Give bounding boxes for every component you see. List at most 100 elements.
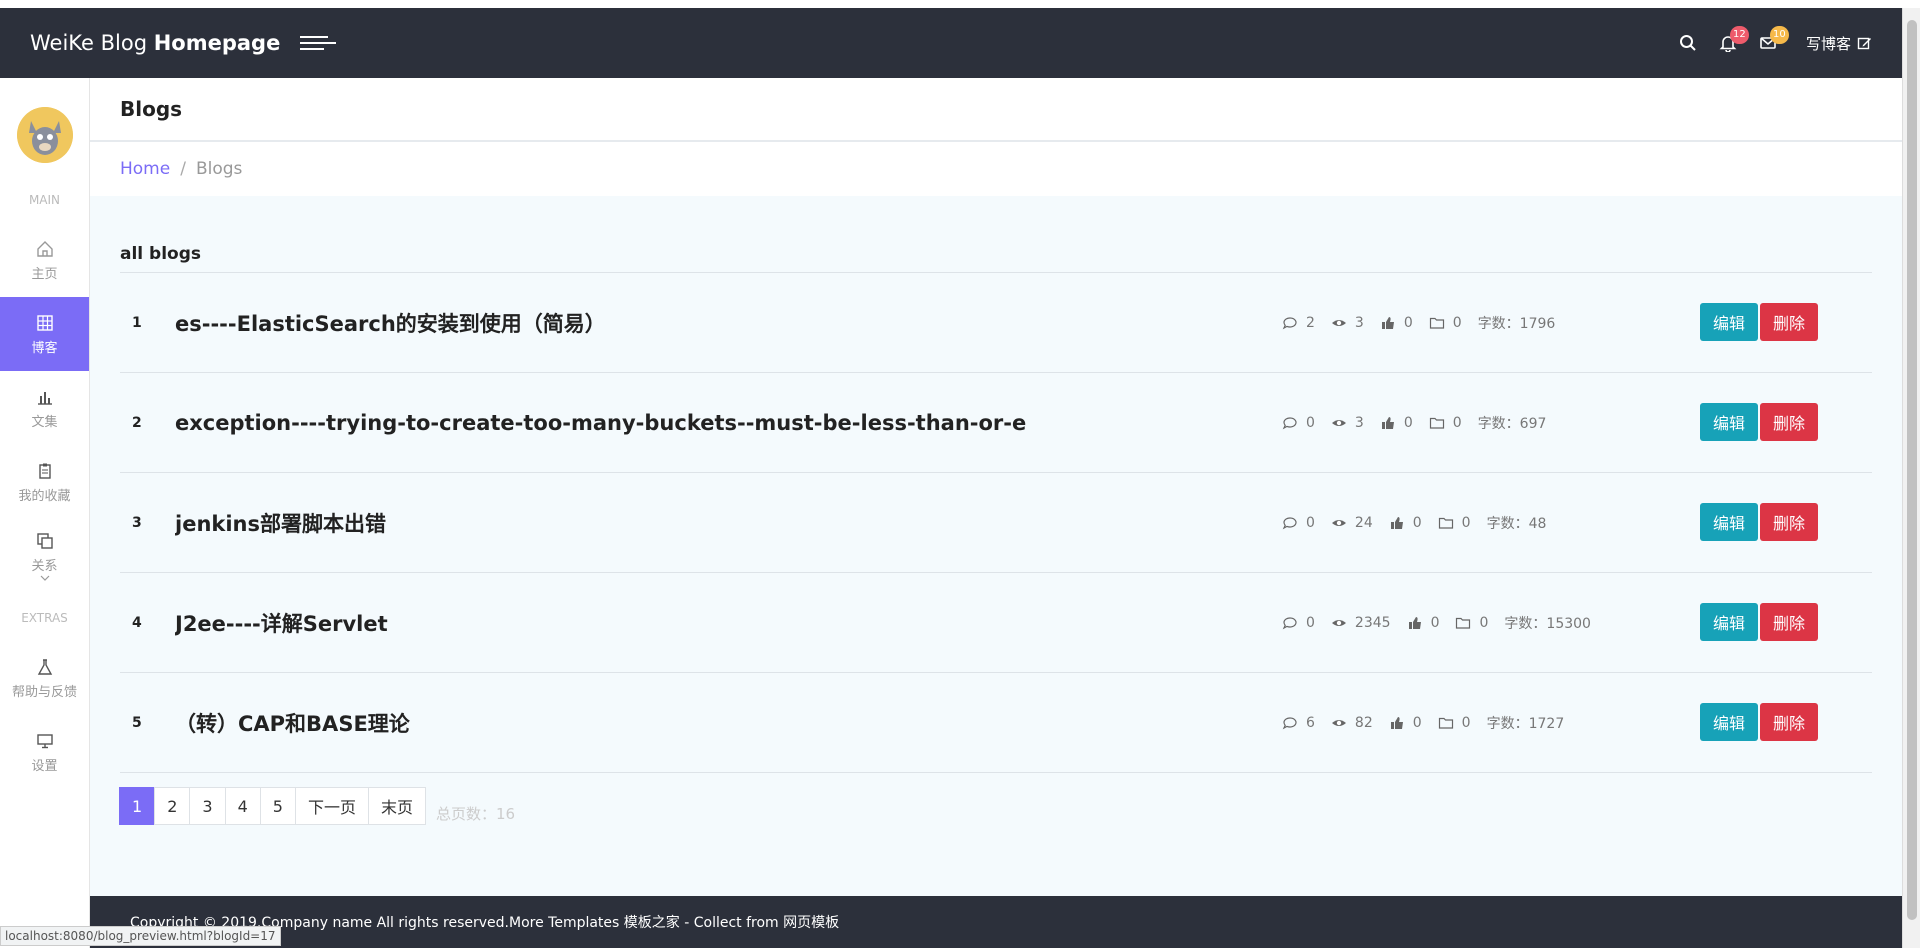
view-count: 3 [1354, 315, 1364, 331]
word-count: 字数：697 [1477, 416, 1547, 432]
sidebar-item-label: 主页 [31, 266, 58, 282]
messages-button[interactable]: 10 [1748, 8, 1789, 78]
folder-count: 0 [1461, 715, 1471, 731]
write-blog-label: 写博客 [1805, 34, 1851, 53]
edit-button[interactable]: 编辑 [1700, 303, 1758, 341]
row-actions: 编辑 删除 [1700, 503, 1818, 541]
delete-button[interactable]: 删除 [1760, 403, 1818, 441]
breadcrumb-separator: / [180, 159, 186, 179]
window-top-strip [0, 0, 1920, 8]
thumbs-up-icon [1389, 715, 1405, 731]
word-count: 字数：15300 [1504, 616, 1591, 632]
delete-button[interactable]: 删除 [1760, 703, 1818, 741]
comment-icon [1282, 715, 1298, 731]
blog-index: 1 [132, 314, 142, 331]
scrollbar-thumb[interactable] [1907, 20, 1917, 920]
sidebar-item-help[interactable]: 帮助与反馈 [0, 641, 89, 715]
sidebar-section-main: MAIN [28, 193, 61, 207]
page-title: Blogs [90, 78, 1902, 142]
blog-stats: 2 3 0 0 字数：1796 [1282, 273, 1555, 373]
sidebar-item-settings[interactable]: 设置 [0, 715, 89, 789]
page-link-3[interactable]: 3 [189, 787, 226, 825]
top-navbar: WeiKe Blog Homepage 12 10 写博客 [0, 8, 1902, 78]
thumbs-up-icon [1380, 415, 1396, 431]
delete-button[interactable]: 删除 [1760, 303, 1818, 341]
row-actions: 编辑 删除 [1700, 303, 1818, 341]
blog-index: 5 [132, 714, 142, 731]
view-count: 2345 [1354, 615, 1391, 631]
delete-button[interactable]: 删除 [1760, 503, 1818, 541]
brand-logo[interactable]: WeiKe Blog Homepage [30, 31, 280, 55]
blog-index: 4 [132, 614, 142, 631]
search-button[interactable] [1668, 8, 1708, 78]
blog-title-link[interactable]: J2ee----详解Servlet [175, 608, 1245, 638]
word-count: 字数：1796 [1477, 316, 1556, 332]
page-link-4[interactable]: 4 [224, 787, 261, 825]
comment-icon [1282, 315, 1298, 331]
edit-icon [1857, 37, 1871, 49]
flask-icon [37, 658, 52, 675]
delete-button[interactable]: 删除 [1760, 603, 1818, 641]
breadcrumb-home-link[interactable]: Home [120, 159, 170, 179]
thumbs-up-icon [1389, 515, 1405, 531]
word-count: 字数：48 [1486, 516, 1547, 532]
sidebar-item-home[interactable]: 主页 [0, 223, 89, 297]
edit-button[interactable]: 编辑 [1700, 403, 1758, 441]
table-row: 1 es----ElasticSearch的安装到使用（简易） 2 3 0 0 … [120, 273, 1872, 373]
blog-list: 1 es----ElasticSearch的安装到使用（简易） 2 3 0 0 … [120, 272, 1872, 773]
row-actions: 编辑 删除 [1700, 403, 1818, 441]
sidebar-item-label: 文集 [31, 414, 58, 430]
eye-icon [1331, 715, 1347, 731]
brand-light-text: WeiKe Blog [30, 31, 154, 55]
eye-icon [1331, 615, 1347, 631]
write-blog-link[interactable]: 写博客 [1806, 33, 1872, 54]
blog-title-link[interactable]: jenkins部署脚本出错 [175, 508, 1245, 538]
edit-button[interactable]: 编辑 [1700, 603, 1758, 641]
page-link-2[interactable]: 2 [154, 787, 191, 825]
sidebar-item-favorites[interactable]: 我的收藏 [0, 445, 89, 519]
table-row: 4 J2ee----详解Servlet 0 2345 0 0 字数：15300 … [120, 573, 1872, 673]
sidebar-item-collections[interactable]: 文集 [0, 371, 89, 445]
sidebar-item-relations[interactable]: 关系 [0, 519, 89, 593]
blog-title-link[interactable]: exception----trying-to-create-too-many-b… [175, 411, 1245, 435]
brand-bold-text: Homepage [153, 31, 281, 55]
sidebar-item-label: 博客 [31, 340, 58, 356]
comment-icon [1282, 415, 1298, 431]
sidebar-item-blogs[interactable]: 博客 [0, 297, 89, 371]
sidebar-item-label: 我的收藏 [18, 488, 71, 504]
folder-count: 0 [1452, 415, 1462, 431]
sidebar-item-label: 设置 [31, 758, 58, 774]
thumbs-up-icon [1407, 615, 1423, 631]
blog-stats: 6 82 0 0 字数：1727 [1282, 673, 1564, 773]
edit-button[interactable]: 编辑 [1700, 503, 1758, 541]
copy-icon [36, 532, 53, 549]
menu-toggle-icon[interactable] [300, 32, 337, 54]
page-next-link[interactable]: 下一页 [294, 787, 369, 825]
sidebar-section-extras: EXTRAS [21, 611, 68, 625]
edit-button[interactable]: 编辑 [1700, 703, 1758, 741]
view-count: 82 [1354, 715, 1373, 731]
row-actions: 编辑 删除 [1700, 703, 1818, 741]
page-link-5[interactable]: 5 [259, 787, 296, 825]
blog-index: 3 [132, 514, 142, 531]
page-link-1[interactable]: 1 [119, 787, 156, 825]
comment-count: 0 [1306, 615, 1315, 631]
bar-chart-icon [37, 391, 52, 405]
blog-title-link[interactable]: es----ElasticSearch的安装到使用（简易） [175, 308, 1245, 338]
notifications-button[interactable]: 12 [1708, 8, 1749, 78]
comment-count: 6 [1306, 715, 1315, 731]
page-last-link[interactable]: 末页 [367, 787, 426, 825]
sidebar-item-label: 帮助与反馈 [11, 684, 77, 700]
folder-icon [1429, 315, 1445, 331]
like-count: 0 [1412, 515, 1422, 531]
row-actions: 编辑 删除 [1700, 603, 1818, 641]
table-row: 3 jenkins部署脚本出错 0 24 0 0 字数：48 编辑 删除 [120, 473, 1872, 573]
comment-count: 0 [1306, 515, 1315, 531]
blog-title-link[interactable]: （转）CAP和BASE理论 [175, 708, 1245, 738]
scrollbar[interactable] [1902, 8, 1920, 948]
sidebar: MAIN 主页 博客 文集 我的收藏 关系 EXTRAS 帮助与反馈 设置 [0, 78, 90, 948]
folder-count: 0 [1452, 315, 1462, 331]
avatar[interactable] [16, 107, 73, 163]
comment-count: 2 [1306, 315, 1315, 331]
message-count-badge: 10 [1769, 26, 1789, 44]
